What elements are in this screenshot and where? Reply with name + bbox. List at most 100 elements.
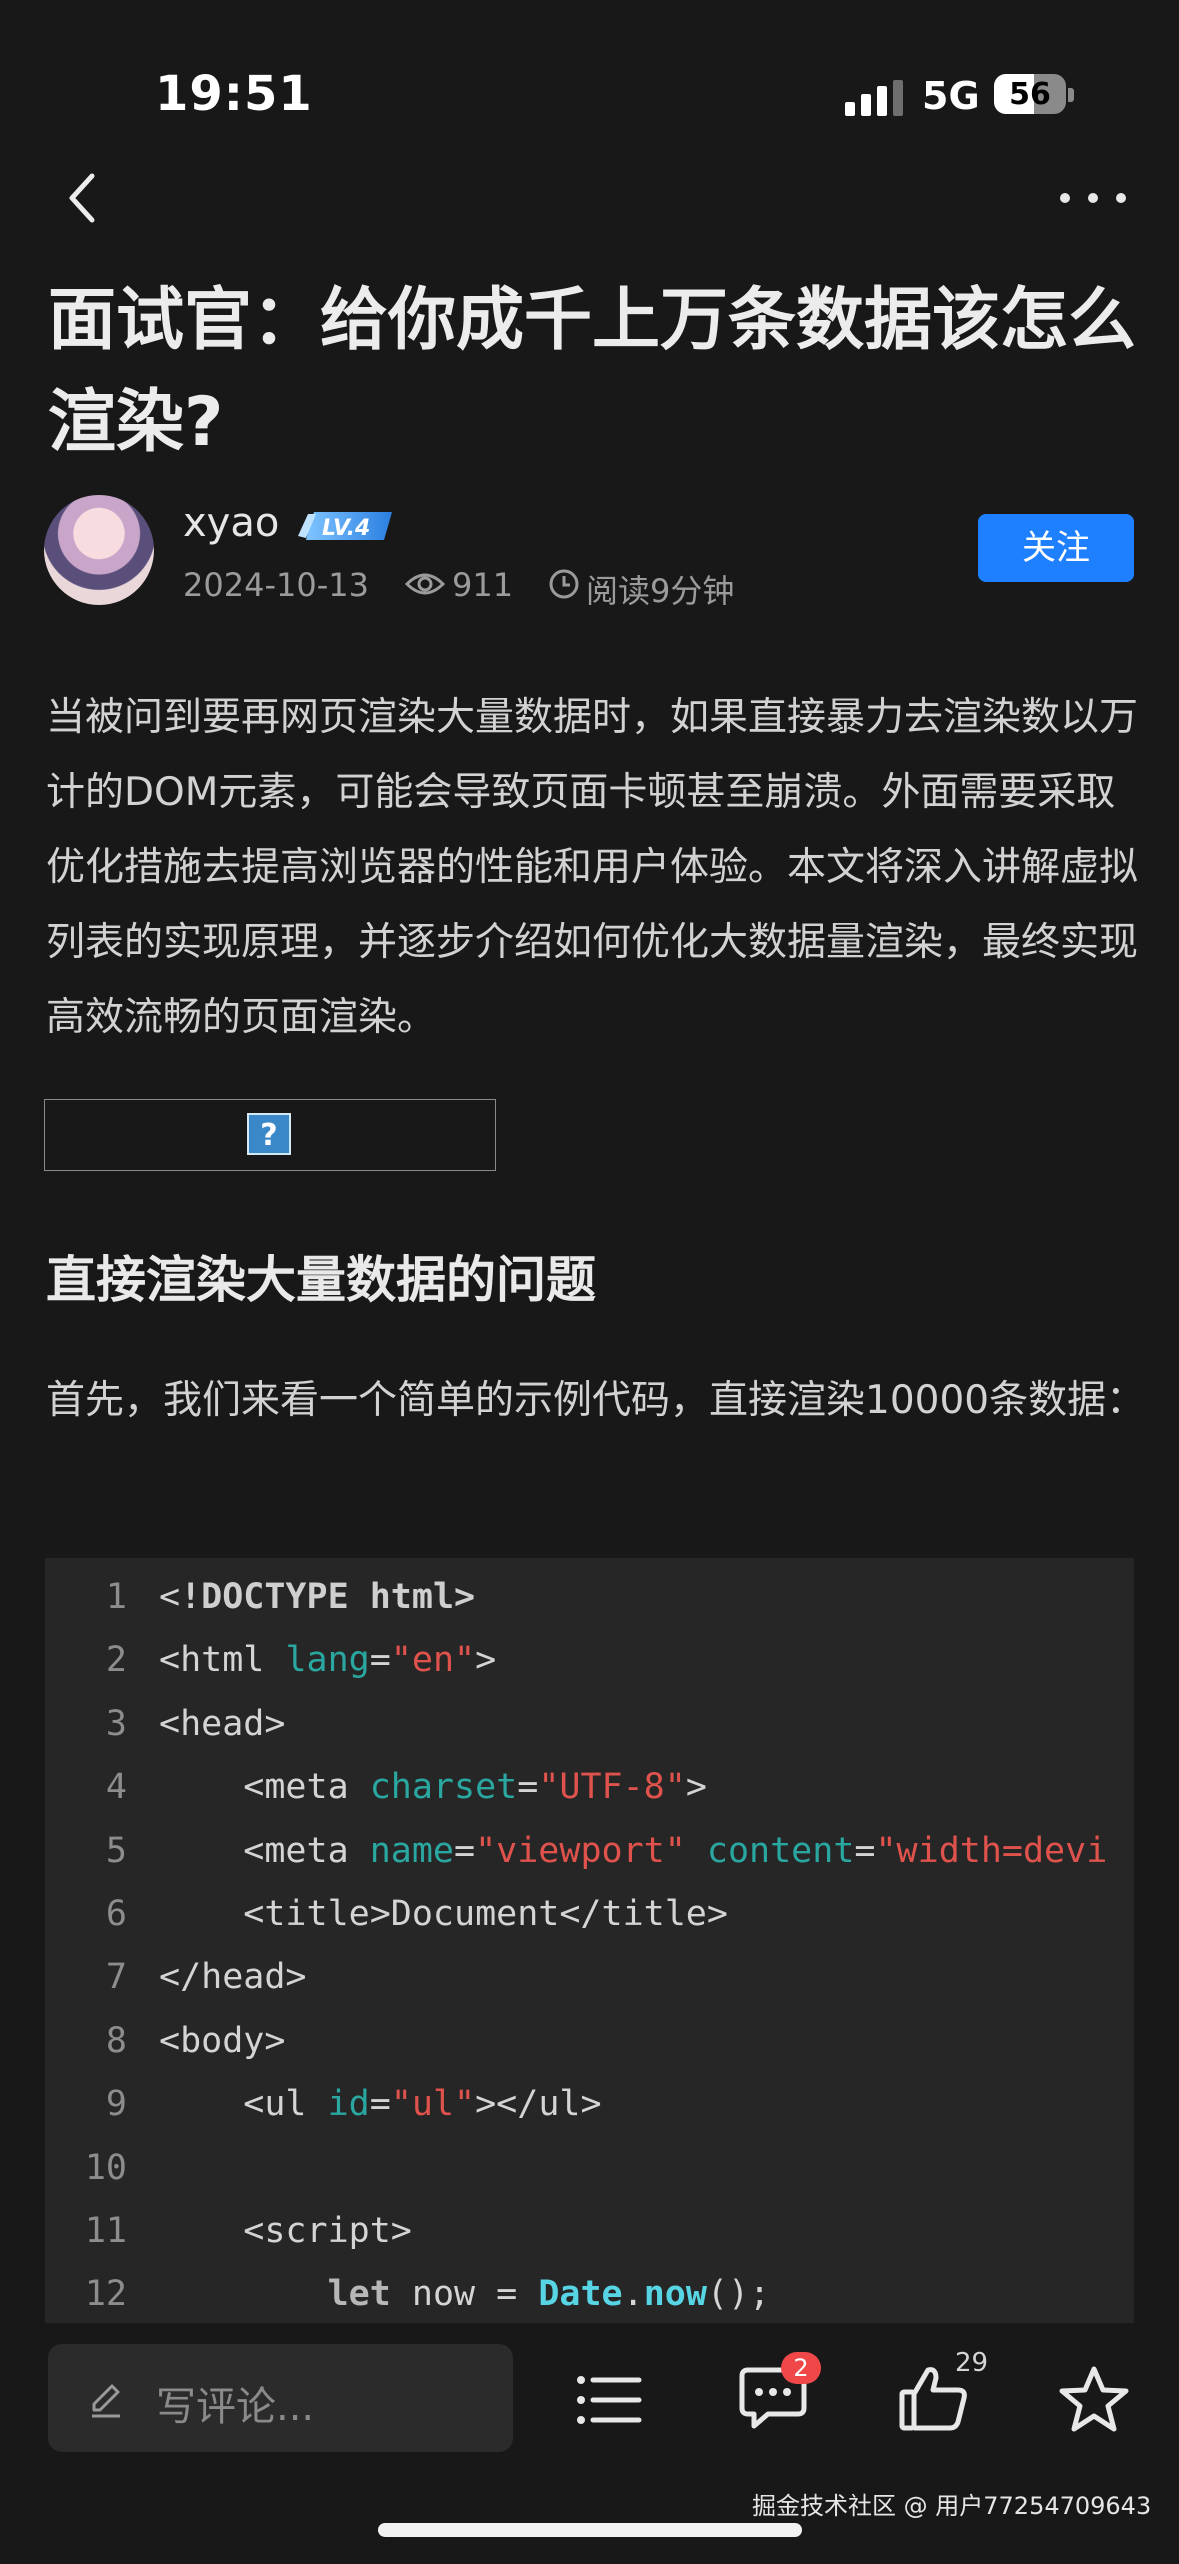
code-text: <meta name="viewport" content="width=dev… bbox=[159, 1820, 1107, 1883]
code-token: <html bbox=[159, 1640, 286, 1681]
eye-icon bbox=[404, 568, 446, 600]
code-token: content bbox=[706, 1830, 855, 1871]
code-token: <body> bbox=[159, 2020, 286, 2061]
network-type: 5G bbox=[922, 74, 980, 118]
code-token: <head> bbox=[159, 1703, 286, 1744]
line-number: 4 bbox=[105, 1767, 127, 1808]
line-number: 11 bbox=[84, 2211, 127, 2251]
code-token: now = bbox=[390, 2274, 539, 2315]
code-text: <!DOCTYPE html> bbox=[159, 1566, 475, 1629]
signal-icon bbox=[845, 80, 903, 116]
code-text: <head> bbox=[159, 1693, 285, 1756]
article-title: 面试官：给你成千上万条数据该怎么渲染? bbox=[48, 281, 1137, 462]
code-token: < bbox=[159, 1577, 181, 1617]
code-token: > bbox=[685, 1767, 707, 1808]
follow-button[interactable]: 关注 bbox=[978, 514, 1134, 582]
code-line: 6 <title>Document</title> bbox=[45, 1883, 1134, 1946]
line-number: 10 bbox=[84, 2147, 127, 2188]
section-heading: 直接渲染大量数据的问题 bbox=[46, 1251, 596, 1309]
line-number: 12 bbox=[84, 2274, 127, 2315]
code-token: = bbox=[854, 1830, 876, 1871]
author-name[interactable]: xyao bbox=[183, 500, 279, 546]
line-number: 9 bbox=[105, 2084, 127, 2125]
code-line: 2 <html lang="en"> bbox=[45, 1629, 1134, 1692]
line-number: 3 bbox=[105, 1703, 127, 1744]
code-text: </head> bbox=[159, 1946, 307, 2009]
code-token: charset bbox=[369, 1767, 518, 1808]
code-token: (); bbox=[706, 2274, 771, 2315]
code-text: <title>Document</title> bbox=[159, 1883, 728, 1946]
code-line: 5 <meta name="viewport" content="width=d… bbox=[45, 1820, 1134, 1883]
level-badge: LV.4 bbox=[292, 506, 396, 546]
watermark: 掘金技术社区 @ 用户77254709643 bbox=[752, 2492, 1152, 2520]
code-text: <meta charset="UTF-8"> bbox=[159, 1756, 707, 1819]
clock-icon bbox=[548, 568, 580, 600]
code-token: <title>Document</title> bbox=[159, 1894, 728, 1934]
code-token: <meta bbox=[159, 1830, 370, 1871]
code-text: <html lang="en"> bbox=[159, 1629, 496, 1692]
broken-image[interactable]: ? bbox=[44, 1099, 496, 1171]
code-token: !DOCTYPE bbox=[180, 1577, 349, 1617]
code-token: = bbox=[454, 1830, 476, 1871]
code-token: = bbox=[369, 2084, 391, 2125]
line-number: 2 bbox=[105, 1640, 127, 1681]
code-token: "width=devi bbox=[875, 1830, 1108, 1871]
code-line: 12 let now = Date.now(); bbox=[45, 2263, 1134, 2323]
code-token: <meta bbox=[159, 1767, 370, 1808]
intro-paragraph: 当被问到要再网页渲染大量数据时，如果直接暴力去渲染数以万计的DOM元素，可能会导… bbox=[46, 695, 1139, 1040]
back-icon[interactable] bbox=[60, 168, 110, 228]
level-badge-text: LV.4 bbox=[322, 516, 370, 541]
code-line: 8 <body> bbox=[45, 2010, 1134, 2073]
code-token: id bbox=[327, 2084, 370, 2125]
code-line: 1 <!DOCTYPE html> bbox=[45, 1566, 1134, 1629]
like-count: 29 bbox=[955, 2348, 989, 2378]
code-text: let now = Date.now(); bbox=[159, 2263, 771, 2323]
code-token: . bbox=[622, 2274, 644, 2315]
code-token: > bbox=[475, 1640, 497, 1681]
code-line: 3 <head> bbox=[45, 1693, 1134, 1756]
view-count: 911 bbox=[452, 566, 514, 604]
pencil-icon bbox=[86, 2380, 126, 2420]
code-token: <ul bbox=[159, 2084, 328, 2125]
code-text: <ul id="ul"></ul> bbox=[159, 2073, 602, 2136]
status-time: 19:51 bbox=[155, 66, 313, 122]
code-token: now bbox=[643, 2274, 707, 2315]
code-token: = bbox=[517, 1767, 539, 1808]
line-number: 5 bbox=[105, 1830, 127, 1871]
star-icon[interactable] bbox=[1058, 2364, 1130, 2434]
code-token: = bbox=[369, 1640, 391, 1681]
home-indicator bbox=[378, 2523, 802, 2537]
code-line: 9 <ul id="ul"></ul> bbox=[45, 2073, 1134, 2136]
code-line: 7 </head> bbox=[45, 1946, 1134, 2009]
more-options-icon[interactable] bbox=[1060, 186, 1126, 210]
code-token: ></ul> bbox=[475, 2084, 602, 2125]
battery-tip bbox=[1068, 88, 1074, 102]
battery-icon: 56 bbox=[994, 74, 1066, 114]
code-token: Date bbox=[538, 2274, 623, 2315]
code-line: 4 <meta charset="UTF-8"> bbox=[45, 1756, 1134, 1819]
line-number: 8 bbox=[105, 2020, 127, 2061]
publish-date: 2024-10-13 bbox=[183, 566, 369, 604]
missing-image-icon: ? bbox=[247, 1113, 291, 1155]
catalog-list-icon[interactable] bbox=[575, 2370, 643, 2430]
code-token: <script> bbox=[159, 2211, 412, 2251]
code-token: </head> bbox=[159, 1957, 307, 1998]
code-token: html> bbox=[348, 1577, 476, 1617]
line-number: 7 bbox=[105, 1957, 127, 1998]
line-number: 1 bbox=[105, 1577, 127, 1617]
code-token: lang bbox=[285, 1640, 370, 1681]
read-time: 阅读9分钟 bbox=[586, 572, 735, 610]
code-token: "ul" bbox=[390, 2084, 476, 2125]
code-line: 11 <script> bbox=[45, 2200, 1134, 2263]
comment-placeholder: 写评论... bbox=[156, 2384, 315, 2430]
comment-count-badge: 2 bbox=[781, 2352, 821, 2384]
code-token: "viewport" bbox=[475, 1830, 686, 1871]
code-block: 1 <!DOCTYPE html> 2 <html lang="en"> 3 <head>… bbox=[45, 1558, 1134, 2323]
code-line: 10 bbox=[45, 2137, 1134, 2200]
code-token: "en" bbox=[390, 1640, 476, 1681]
line-number: 6 bbox=[105, 1894, 127, 1934]
author-avatar[interactable] bbox=[44, 495, 154, 605]
section-paragraph: 首先，我们来看一个简单的示例代码，直接渲染10000条数据： bbox=[46, 1378, 1146, 1423]
